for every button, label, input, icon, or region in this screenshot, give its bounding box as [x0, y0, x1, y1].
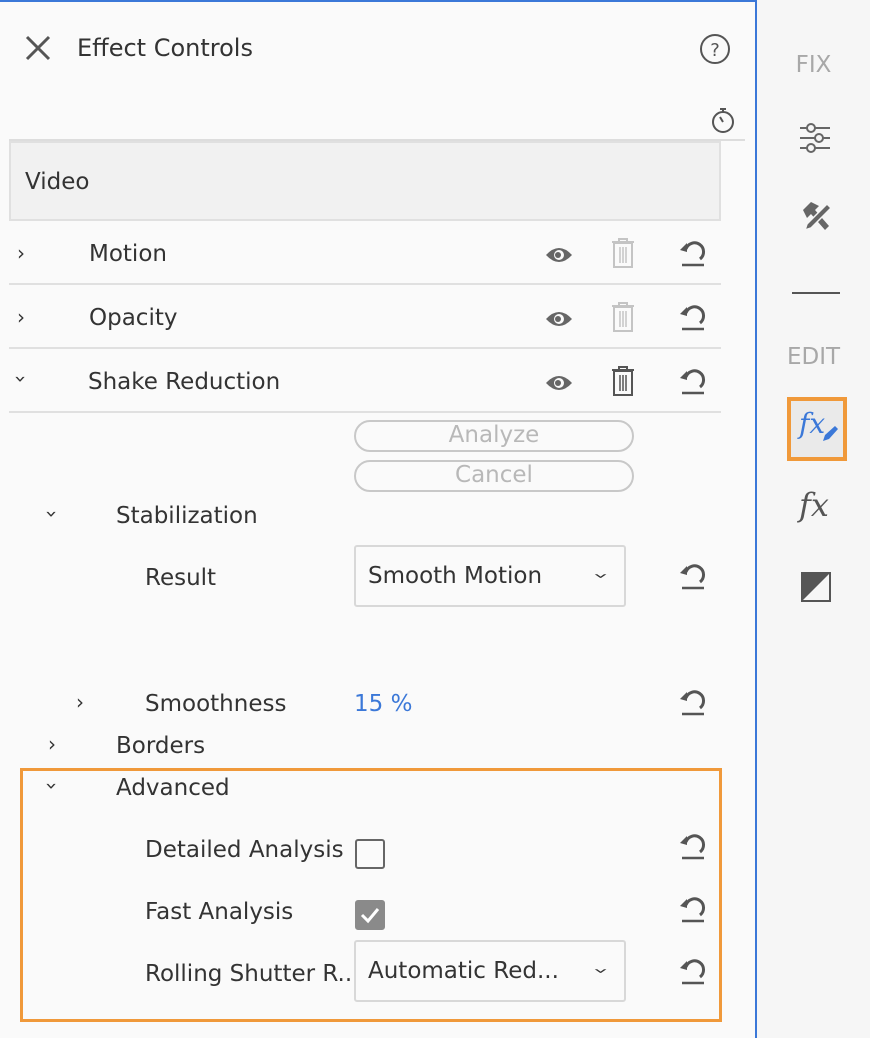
- rolling-shutter-value: Automatic Red...: [368, 958, 559, 984]
- trash-icon[interactable]: [610, 365, 636, 397]
- color-adjust-icon[interactable]: [801, 572, 831, 602]
- trash-icon: [610, 301, 636, 333]
- checkmark-icon: [360, 908, 380, 924]
- reset-icon[interactable]: [678, 832, 706, 860]
- chevron-down-icon: ›: [586, 967, 617, 975]
- reset-icon[interactable]: [678, 303, 706, 331]
- right-toolbar: FIX EDIT fx fx: [757, 0, 870, 1038]
- tools-icon[interactable]: [799, 200, 833, 234]
- analyze-button[interactable]: Analyze: [354, 420, 634, 452]
- chevron-down-icon: ›: [586, 572, 617, 580]
- chevron-right-icon[interactable]: ›: [17, 305, 25, 329]
- fx-icon[interactable]: fx: [799, 486, 829, 524]
- reset-icon[interactable]: [678, 895, 706, 923]
- rolling-shutter-label: Rolling Shutter R...: [145, 961, 360, 987]
- borders-label: Borders: [116, 733, 206, 759]
- adjustments-icon[interactable]: [799, 122, 831, 154]
- result-value: Smooth Motion: [368, 563, 543, 589]
- detailed-analysis-checkbox[interactable]: [355, 839, 385, 869]
- effect-controls-button[interactable]: fx: [787, 397, 847, 461]
- edit-heading: EDIT: [786, 344, 841, 370]
- fast-analysis-checkbox[interactable]: [355, 900, 385, 930]
- chevron-down-icon[interactable]: ›: [40, 782, 64, 790]
- visibility-eye-icon[interactable]: [545, 245, 573, 265]
- svg-text:?: ?: [710, 40, 720, 61]
- reset-icon[interactable]: [678, 688, 706, 716]
- visibility-eye-icon[interactable]: [545, 373, 573, 393]
- cancel-button[interactable]: Cancel: [354, 460, 634, 492]
- chevron-right-icon[interactable]: ›: [76, 690, 84, 714]
- chevron-down-icon[interactable]: ›: [40, 510, 64, 518]
- trash-icon: [610, 237, 636, 269]
- detailed-analysis-label: Detailed Analysis: [145, 837, 344, 863]
- divider: [792, 292, 840, 294]
- effect-label: Opacity: [89, 305, 178, 331]
- result-label: Result: [145, 565, 217, 591]
- result-dropdown[interactable]: Smooth Motion ›: [354, 545, 626, 607]
- chevron-down-icon[interactable]: ›: [9, 375, 33, 383]
- stopwatch-icon[interactable]: [710, 106, 736, 134]
- fast-analysis-label: Fast Analysis: [145, 899, 294, 925]
- video-section-header: Video: [9, 141, 721, 221]
- smoothness-value[interactable]: 15 %: [354, 691, 412, 717]
- fix-heading: FIX: [795, 52, 832, 78]
- close-icon[interactable]: [24, 34, 52, 62]
- reset-icon[interactable]: [678, 239, 706, 267]
- chevron-right-icon[interactable]: ›: [17, 241, 25, 265]
- reset-icon[interactable]: [678, 957, 706, 985]
- section-title: Video: [25, 169, 90, 195]
- reset-icon[interactable]: [678, 367, 706, 395]
- chevron-right-icon[interactable]: ›: [48, 732, 56, 756]
- advanced-label: Advanced: [116, 775, 230, 801]
- stabilization-label: Stabilization: [116, 503, 258, 529]
- visibility-eye-icon[interactable]: [545, 309, 573, 329]
- effect-label: Motion: [89, 241, 167, 267]
- effect-label: Shake Reduction: [88, 369, 281, 395]
- smoothness-label: Smoothness: [145, 691, 287, 717]
- rolling-shutter-dropdown[interactable]: Automatic Red... ›: [354, 940, 626, 1002]
- panel-title: Effect Controls: [77, 34, 253, 62]
- reset-icon[interactable]: [678, 562, 706, 590]
- effect-controls-panel: Effect Controls ? Video › Motion › Opaci…: [0, 0, 757, 1038]
- help-icon[interactable]: ?: [698, 32, 732, 66]
